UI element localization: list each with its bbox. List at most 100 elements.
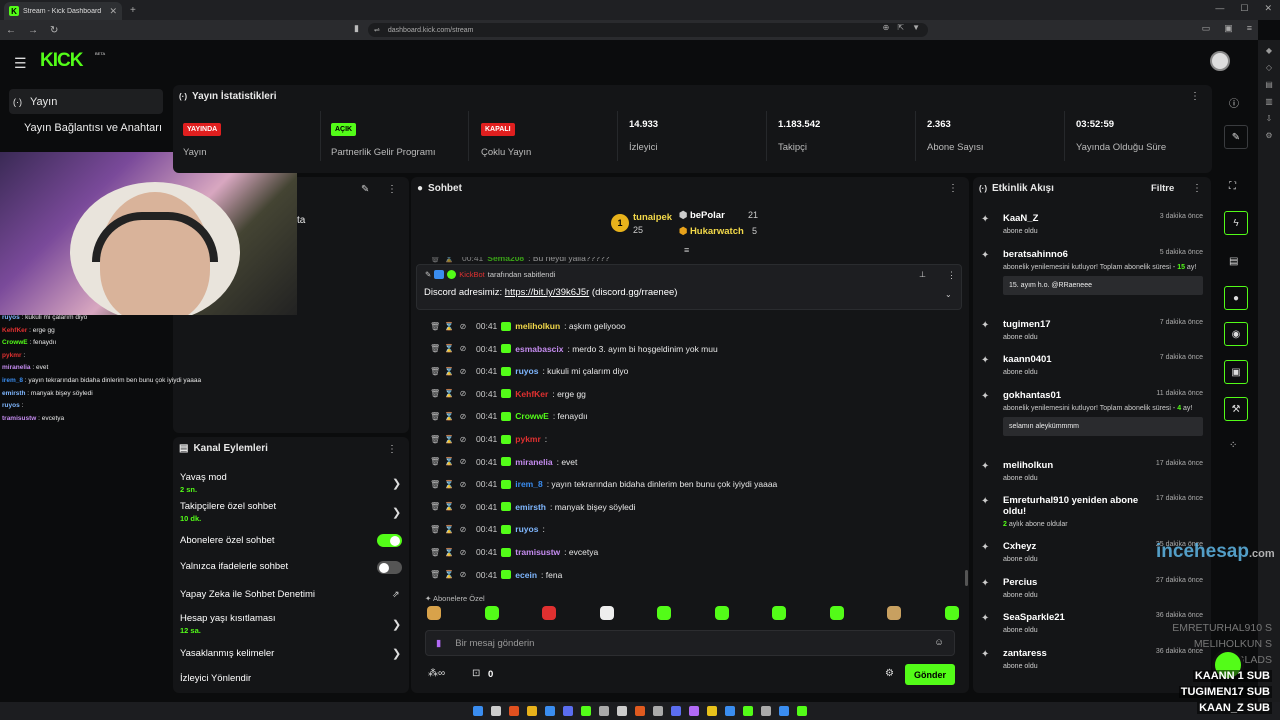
emote-icon[interactable] [542, 606, 557, 620]
chat-message[interactable]: 🗑 ⌛ ⊘ 00:41 pykmr: [430, 434, 547, 444]
minimize-icon[interactable]: — [1215, 3, 1224, 14]
delete-icon[interactable]: 🗑 [430, 525, 440, 534]
taskbar-app-icon[interactable] [581, 706, 591, 716]
emote-icon[interactable] [427, 606, 441, 620]
chat-message[interactable]: 🗑 ⌛ ⊘ 00:41 emirsth: manyak bişey söyledi [430, 502, 636, 512]
send-button[interactable]: Gönder [905, 664, 955, 685]
timeout-icon[interactable]: ⌛ [444, 389, 454, 398]
menu-icon[interactable]: ≡ [1247, 23, 1252, 34]
timeout-icon[interactable]: ⌛ [444, 525, 454, 534]
chevron-down-icon[interactable]: ⌄ [945, 290, 952, 299]
message-user[interactable]: irem_8 [515, 479, 542, 489]
timeout-icon[interactable]: ⌛ [444, 412, 454, 421]
modview-icon[interactable]: ▣ [1224, 360, 1248, 384]
edit-icon[interactable]: ✎ [1224, 125, 1248, 149]
message-user[interactable]: miranelia [515, 457, 552, 467]
message-user[interactable]: esmabascix [515, 344, 563, 354]
integrations-icon[interactable]: ⁘ [1229, 440, 1237, 451]
more-options-icon[interactable]: ⋮ [387, 184, 397, 195]
taskbar-app-icon[interactable] [779, 706, 789, 716]
taskbar-app-icon[interactable] [545, 706, 555, 716]
emoji-icon[interactable]: ☺ [934, 637, 944, 648]
browser-tab[interactable]: K Stream - Kick Dashboard ✕ [4, 2, 122, 20]
delete-icon[interactable]: 🗑 [430, 502, 440, 511]
message-user[interactable]: ruyos [515, 366, 538, 376]
raid-label[interactable]: İzleyici Yönlendir [180, 673, 251, 684]
emote-icon[interactable] [772, 606, 787, 620]
activity-item[interactable]: ✦ meliholkun abone oldu 17 dakika önce [981, 460, 1203, 482]
more-options-icon[interactable]: ⋮ [387, 444, 397, 455]
zoom-icon[interactable]: ⊕ [883, 23, 890, 32]
ban-icon[interactable]: ⊘ [458, 435, 468, 444]
more-options-icon[interactable]: ⋮ [948, 183, 958, 194]
ban-icon[interactable]: ⊘ [458, 548, 468, 557]
leaderboard-user[interactable]: ⬢ Hukarwatch [679, 226, 744, 237]
activity-item[interactable]: ✦ Emreturhal910 yeniden abone oldu! 2 aylı… [981, 495, 1203, 528]
close-window-icon[interactable]: ✕ [1264, 3, 1272, 14]
delete-icon[interactable]: 🗑 [430, 548, 440, 557]
timeout-icon[interactable]: ⌛ [444, 344, 454, 353]
timeout-icon[interactable]: ⌛ [444, 367, 454, 376]
taskbar-app-icon[interactable] [689, 706, 699, 716]
ban-icon[interactable]: ⊘ [458, 502, 468, 511]
message-user[interactable]: tramisustw [515, 547, 560, 557]
activity-item[interactable]: ✦ kaann0401 abone oldu 7 dakika önce [981, 354, 1203, 376]
unpin-icon[interactable]: ⊥ [919, 270, 926, 279]
wallet-icon[interactable]: ▣ [1224, 23, 1233, 34]
activity-item[interactable]: ✦ Percius abone oldu 27 dakika önce [981, 577, 1203, 599]
timeout-icon[interactable]: ⌛ [444, 457, 454, 466]
delete-icon[interactable]: 🗑 [430, 344, 440, 353]
notes-icon[interactable]: ▤ [1229, 256, 1238, 267]
emote-icon[interactable] [484, 606, 499, 620]
more-options-icon[interactable]: ⋮ [947, 270, 956, 281]
chevron-right-icon[interactable]: ❯ [392, 647, 401, 660]
avatar[interactable] [1210, 51, 1230, 71]
address-bar[interactable]: ⇌ dashboard.kick.com/stream ⊕ ⇱ ▼ [368, 23, 928, 37]
settings-icon[interactable]: ⚙ [1265, 131, 1272, 140]
taskbar-app-icon[interactable] [707, 706, 717, 716]
timeout-icon[interactable]: ⌛ [444, 322, 454, 331]
chat-scrollbar[interactable] [965, 570, 968, 586]
activity-item[interactable]: ✦ SeaSparkle21 abone oldu 36 dakika önce [981, 612, 1203, 634]
emote-only-toggle[interactable] [377, 561, 402, 574]
chat-message[interactable]: 🗑 ⌛ ⊘ 00:41 meliholkun: aşkım geliyooo [430, 321, 626, 331]
taskbar-app-icon[interactable] [599, 706, 609, 716]
ai-moderation-label[interactable]: Yapay Zeka ile Sohbet Denetimi [180, 589, 315, 600]
ban-icon[interactable]: ⊘ [458, 322, 468, 331]
expand-leaderboard-icon[interactable]: ≡ [684, 245, 689, 255]
more-options-icon[interactable]: ⋮ [1192, 183, 1202, 194]
gift-icon[interactable]: ⊡ [472, 668, 480, 679]
ban-icon[interactable]: ⊘ [458, 525, 468, 534]
taskbar-app-icon[interactable] [761, 706, 771, 716]
hamburger-menu-icon[interactable]: ☰ [14, 55, 27, 72]
filter-button[interactable]: Filtre [1151, 183, 1174, 194]
emote-icon[interactable] [944, 606, 959, 620]
delete-icon[interactable]: 🗑 [430, 412, 440, 421]
message-user[interactable]: ecein [515, 570, 537, 580]
ban-icon[interactable]: ⊘ [458, 480, 468, 489]
pinned-message[interactable]: ✎ KickBot tarafından sabitlendi Discord … [416, 264, 962, 310]
more-options-icon[interactable]: ⋮ [1190, 91, 1200, 102]
timeout-icon[interactable]: ⌛ [444, 570, 454, 579]
chat-message[interactable]: 🗑 ⌛ ⊘ 00:41 esmabascix: merdo 3. ayım bi hoş… [430, 344, 718, 354]
shield-icon[interactable]: ▼ [912, 23, 920, 32]
message-user[interactable]: CrowwE [515, 411, 549, 421]
delete-icon[interactable]: 🗑 [430, 457, 440, 466]
emote-icon[interactable] [829, 606, 844, 620]
ban-icon[interactable]: ⊘ [458, 344, 468, 353]
microphone-icon[interactable]: ▮ [436, 638, 441, 649]
subscribers-only-toggle[interactable] [377, 534, 402, 547]
chevron-right-icon[interactable]: ❯ [392, 477, 401, 490]
message-user[interactable]: emirsth [515, 502, 546, 512]
taskbar-app-icon[interactable] [671, 706, 681, 716]
channel-points-icon[interactable]: ⁂∞ [428, 668, 445, 679]
activity-item[interactable]: ✦ tugimen17 abone oldu 7 dakika önce [981, 319, 1203, 341]
chat-input[interactable]: ▮ Bir mesaj gönderin ☺ [425, 630, 955, 656]
taskbar-app-icon[interactable] [473, 706, 483, 716]
chevron-right-icon[interactable]: ❯ [392, 618, 401, 631]
chat-message[interactable]: 🗑 ⌛ ⊘ 00:41 irem_8: yayın tekrarından bidaha… [430, 479, 777, 489]
ban-icon[interactable]: ⊘ [458, 367, 468, 376]
wrench-icon[interactable]: ⚒ [1224, 397, 1248, 421]
taskbar-app-icon[interactable] [527, 706, 537, 716]
timeout-icon[interactable]: ⌛ [444, 548, 454, 557]
